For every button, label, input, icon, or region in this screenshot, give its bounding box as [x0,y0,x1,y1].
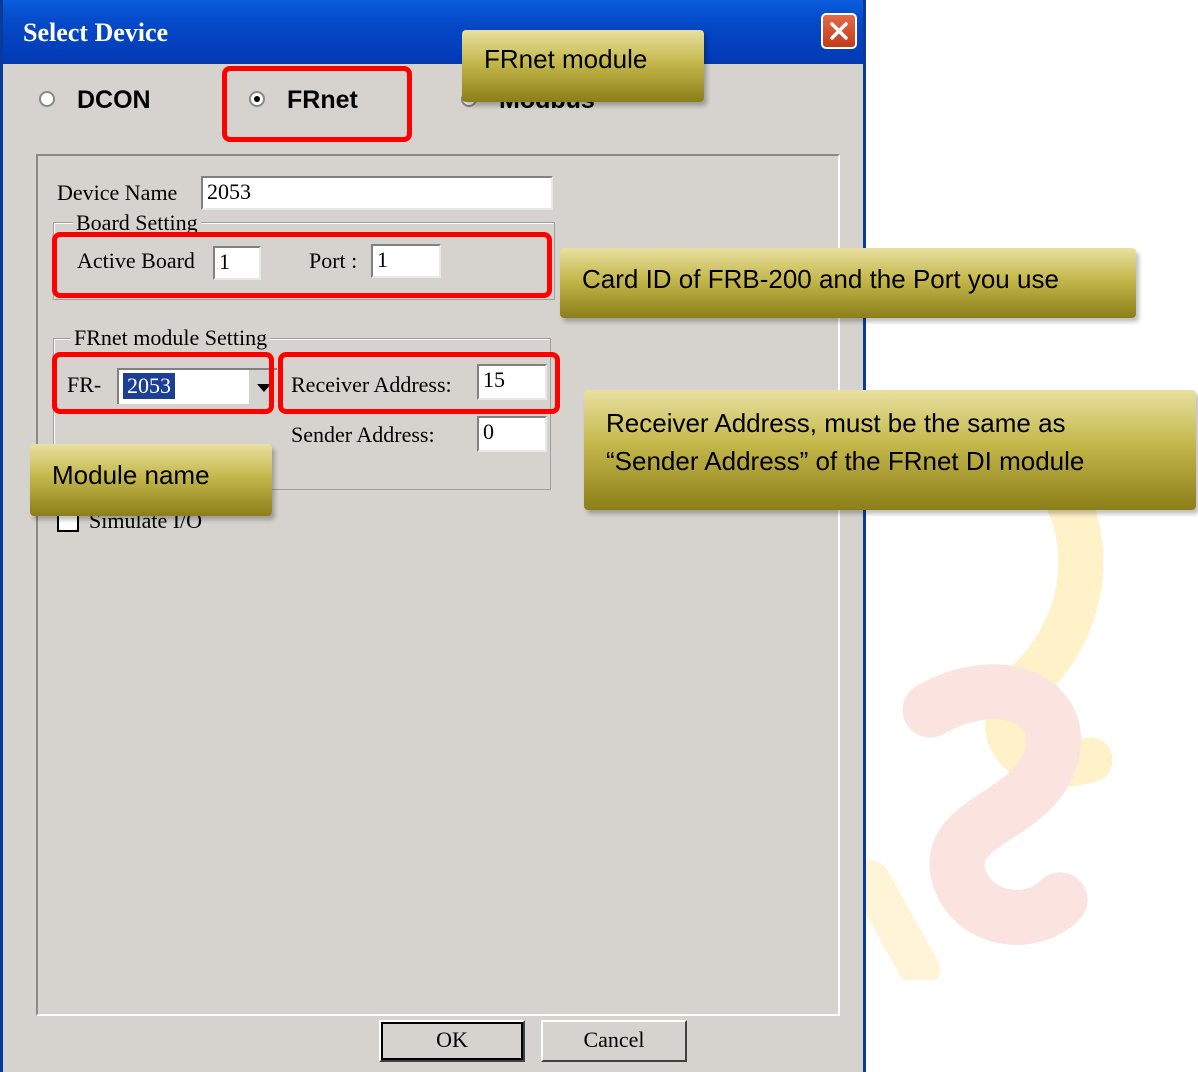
callout-receiver-text-1: Receiver Address, must be the same as [606,408,1066,438]
close-icon [830,22,848,40]
callout-frnet-module-text: FRnet module [484,44,648,74]
device-name-input[interactable]: 2053 [201,176,553,210]
callout-module-name: Module name [30,444,272,516]
title-bar: Select Device [3,0,863,64]
device-name-label: Device Name [57,180,178,205]
callout-card-id-text: Card ID of FRB-200 and the Port you use [582,264,1059,294]
callout-module-name-text: Module name [52,460,210,490]
radio-dcon-label: DCON [77,86,151,114]
dialog-title: Select Device [23,18,169,47]
radio-dcon[interactable]: DCON [39,86,151,115]
callout-receiver-address: Receiver Address, must be the same as “S… [584,390,1196,510]
close-button[interactable] [821,13,857,49]
highlight-module-name [52,352,274,414]
callout-card-id: Card ID of FRB-200 and the Port you use [560,248,1136,318]
sender-address-label: Sender Address: [291,422,435,447]
highlight-board-setting [52,232,552,298]
highlight-receiver-address [278,352,560,414]
callout-frnet-module: FRnet module [462,30,704,102]
sender-address-input[interactable]: 0 [477,416,547,452]
callout-receiver-text-2: “Sender Address” of the FRnet DI module [606,446,1085,476]
highlight-frnet-radio [222,66,412,142]
frnet-setting-title: FRnet module Setting [71,325,271,351]
radio-dcon-indicator [39,91,55,108]
select-device-dialog: Select Device DCON FRnet Modbus Device N… [0,0,866,1072]
ok-button[interactable]: OK [379,1020,525,1062]
cancel-button[interactable]: Cancel [541,1020,687,1062]
